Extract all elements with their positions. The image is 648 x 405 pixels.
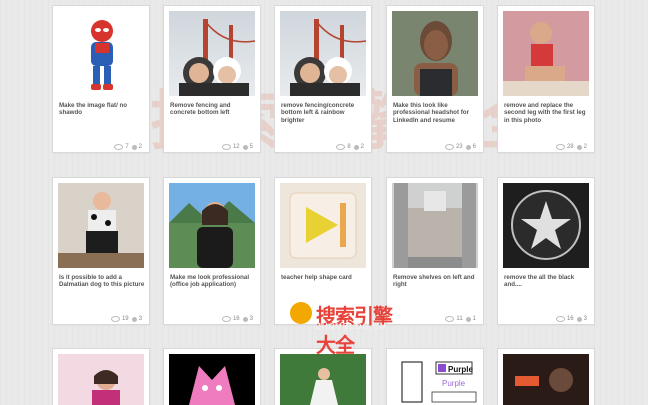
request-card[interactable]: teacher help shape card (275, 178, 371, 324)
request-card[interactable] (498, 349, 594, 405)
card-thumbnail[interactable] (169, 11, 255, 96)
request-card[interactable]: Make the image flat/ no shawdo 7 2 (53, 6, 149, 152)
request-card[interactable]: Make this look like professional headsho… (387, 6, 483, 152)
card-thumbnail[interactable] (503, 354, 589, 405)
request-card[interactable]: Remove shelves on left and right 11 1 (387, 178, 483, 324)
svg-text:Purple: Purple (448, 365, 473, 374)
eye-icon (445, 316, 455, 322)
card-caption[interactable]: Make this look like professional headsho… (393, 102, 479, 124)
card-thumbnail[interactable] (503, 183, 589, 268)
card-caption[interactable]: remove the all the black and.... (504, 274, 590, 289)
comment-icon (242, 144, 248, 150)
comment-icon (576, 144, 582, 150)
comment-icon (465, 144, 471, 150)
card-thumbnail[interactable] (280, 354, 366, 405)
card-caption[interactable]: Is it possible to add a Dalmatian dog to… (59, 274, 145, 289)
card-thumbnail[interactable] (392, 11, 478, 96)
card-caption[interactable]: Make me look professional (office job ap… (170, 274, 256, 289)
request-card[interactable] (164, 349, 260, 405)
eye-icon (336, 144, 346, 150)
request-card[interactable]: remove and replace the second leg with t… (498, 6, 594, 152)
eye-icon (221, 144, 231, 150)
comment-icon (465, 316, 471, 322)
card-stats: 8 2 (336, 144, 364, 150)
request-card[interactable]: remove fencing/concrete bottom left & ra… (275, 6, 371, 152)
card-thumbnail[interactable] (169, 183, 255, 268)
card-thumbnail[interactable] (169, 354, 255, 405)
comment-icon (131, 316, 137, 322)
card-stats: 28 2 (555, 144, 587, 150)
comment-icon (242, 316, 248, 322)
card-caption[interactable]: Make the image flat/ no shawdo (59, 102, 145, 117)
card-stats: 23 6 (444, 144, 476, 150)
card-caption[interactable]: remove fencing/concrete bottom left & ra… (281, 102, 367, 124)
card-stats: 11 1 (445, 316, 476, 322)
card-thumbnail[interactable] (58, 354, 144, 405)
eye-icon (444, 144, 454, 150)
card-thumbnail[interactable] (503, 11, 589, 96)
eye-icon (221, 316, 231, 322)
card-stats: 16 3 (221, 316, 253, 322)
card-thumbnail[interactable] (280, 11, 366, 96)
request-card[interactable]: Remove fencing and concrete bottom left … (164, 6, 260, 152)
card-stats: 12 5 (221, 144, 253, 150)
eye-icon (555, 316, 565, 322)
gallery-page: 搜索引擎大全 Make the image flat/ no shawdo 7 … (0, 0, 648, 405)
card-stats: 19 3 (110, 316, 142, 322)
request-card[interactable] (53, 349, 149, 405)
card-thumbnail[interactable]: Purple Purple (392, 354, 478, 405)
eye-icon (110, 316, 120, 322)
request-card[interactable] (275, 349, 371, 405)
card-thumbnail[interactable] (392, 183, 478, 268)
card-stats: 7 2 (114, 144, 142, 150)
eye-icon (114, 144, 124, 150)
card-thumbnail[interactable] (58, 183, 144, 268)
card-caption[interactable]: remove and replace the second leg with t… (504, 102, 590, 124)
request-card[interactable]: Is it possible to add a Dalmatian dog to… (53, 178, 149, 324)
card-caption[interactable]: teacher help shape card (281, 274, 367, 281)
request-card[interactable]: Make me look professional (office job ap… (164, 178, 260, 324)
eye-icon (555, 144, 565, 150)
card-caption[interactable]: Remove fencing and concrete bottom left (170, 102, 256, 117)
svg-text:Purple: Purple (442, 379, 466, 388)
card-caption[interactable]: Remove shelves on left and right (393, 274, 479, 289)
comment-icon (576, 316, 582, 322)
comment-icon (131, 144, 137, 150)
card-thumbnail[interactable] (280, 183, 366, 268)
request-card[interactable]: Purple Purple (387, 349, 483, 405)
comment-icon (353, 144, 359, 150)
request-card[interactable]: remove the all the black and.... 16 3 (498, 178, 594, 324)
card-stats: 16 3 (555, 316, 587, 322)
card-thumbnail[interactable] (58, 11, 144, 96)
